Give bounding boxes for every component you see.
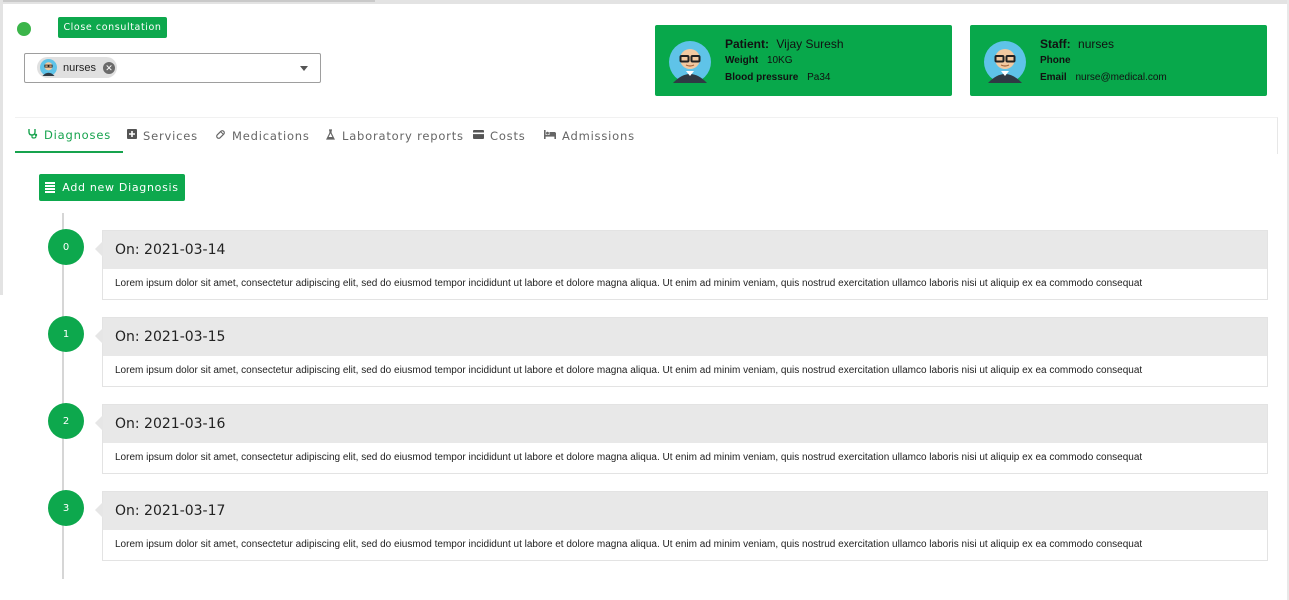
diagnosis-card: On: 2021-03-14 Lorem ipsum dolor sit ame… [95, 230, 1268, 300]
diagnosis-date: On: 2021-03-17 [103, 492, 1267, 530]
avatar-icon [40, 59, 57, 76]
staff-card: Staff: nurses Phone Email nurse@medical.… [970, 25, 1267, 96]
tab-label: Services [143, 128, 198, 143]
timeline-index-badge: 0 [48, 229, 84, 265]
tab-label: Costs [490, 128, 526, 143]
staff-chip-label: nurses [63, 61, 97, 74]
tab-label: Admissions [562, 128, 635, 143]
credit-card-icon [473, 129, 484, 142]
phone-label: Phone [1040, 55, 1071, 66]
bp-label: Blood pressure [725, 72, 799, 83]
tab-costs[interactable]: Costs [473, 118, 526, 153]
window-top-edge-shadow [0, 0, 375, 2]
patient-bp-line: Blood pressure Pa34 [725, 69, 844, 86]
close-consultation-button[interactable]: Close consultation [58, 17, 167, 38]
email-value: nurse@medical.com [1075, 72, 1167, 83]
weight-value: 10KG [766, 55, 793, 66]
timeline-index-badge: 2 [48, 403, 84, 439]
pill-icon [215, 129, 226, 143]
staff-name: nurses [1078, 37, 1115, 51]
diagnosis-card: On: 2021-03-15 Lorem ipsum dolor sit ame… [95, 317, 1268, 387]
patient-card: Patient: Vijay Suresh Weight 10KG Blood … [655, 25, 952, 96]
staff-phone-line: Phone [1040, 52, 1167, 69]
tab-label: Laboratory reports [342, 128, 464, 143]
patient-title-label: Patient: [725, 37, 770, 51]
status-indicator [17, 22, 31, 36]
tab-label: Medications [232, 128, 310, 143]
close-circle-icon[interactable]: ✕ [103, 61, 116, 74]
diagnosis-date: On: 2021-03-16 [103, 405, 1267, 443]
diagnosis-text: Lorem ipsum dolor sit amet, consectetur … [115, 539, 1143, 550]
diagnosis-text: Lorem ipsum dolor sit amet, consectetur … [115, 278, 1143, 289]
timeline-index-badge: 3 [48, 490, 84, 526]
tab-admissions[interactable]: Admissions [544, 118, 635, 153]
weight-label: Weight [725, 55, 759, 66]
diagnosis-date: On: 2021-03-14 [103, 231, 1267, 269]
timeline-index-badge: 1 [48, 316, 84, 352]
diagnosis-text: Lorem ipsum dolor sit amet, consectetur … [115, 452, 1143, 463]
email-label: Email [1040, 72, 1067, 83]
timeline-item: 1 On: 2021-03-15 Lorem ipsum dolor sit a… [0, 316, 1289, 396]
diagnosis-card: On: 2021-03-17 Lorem ipsum dolor sit ame… [95, 491, 1268, 561]
stethoscope-icon [27, 128, 38, 142]
diagnosis-date: On: 2021-03-15 [103, 318, 1267, 356]
add-diagnosis-label: Add new Diagnosis [62, 181, 179, 194]
staff-select[interactable]: nurses ✕ [24, 53, 321, 83]
diagnosis-card: On: 2021-03-16 Lorem ipsum dolor sit ame… [95, 404, 1268, 474]
chevron-down-icon[interactable] [300, 66, 308, 71]
tab-medications[interactable]: Medications [215, 118, 310, 153]
tab-label: Diagnoses [44, 127, 111, 142]
timeline-item: 3 On: 2021-03-17 Lorem ipsum dolor sit a… [0, 490, 1289, 570]
bed-icon [544, 129, 556, 142]
tab-services[interactable]: Services [127, 118, 198, 153]
patient-name: Vijay Suresh [776, 37, 844, 51]
patient-avatar-icon [669, 41, 711, 83]
staff-email-line: Email nurse@medical.com [1040, 69, 1167, 86]
staff-chip: nurses ✕ [37, 57, 117, 78]
diagnosis-text: Lorem ipsum dolor sit amet, consectetur … [115, 365, 1143, 376]
patient-title-line: Patient: Vijay Suresh [725, 36, 844, 52]
add-diagnosis-button[interactable]: Add new Diagnosis [39, 174, 185, 201]
patient-weight-line: Weight 10KG [725, 52, 844, 69]
tab-laboratory-reports[interactable]: Laboratory reports [325, 118, 464, 153]
bp-value: Pa34 [807, 72, 831, 83]
tab-diagnoses[interactable]: Diagnoses [15, 118, 123, 153]
tab-bar: Diagnoses Services Medications Laborator… [15, 117, 1278, 154]
staff-avatar-icon [984, 41, 1026, 83]
list-icon [45, 181, 56, 195]
timeline-item: 0 On: 2021-03-14 Lorem ipsum dolor sit a… [0, 229, 1289, 309]
staff-title-label: Staff: [1040, 37, 1071, 51]
plus-square-icon [127, 129, 137, 142]
flask-icon [325, 128, 336, 143]
staff-title-line: Staff: nurses [1040, 36, 1167, 52]
timeline-item: 2 On: 2021-03-16 Lorem ipsum dolor sit a… [0, 403, 1289, 483]
